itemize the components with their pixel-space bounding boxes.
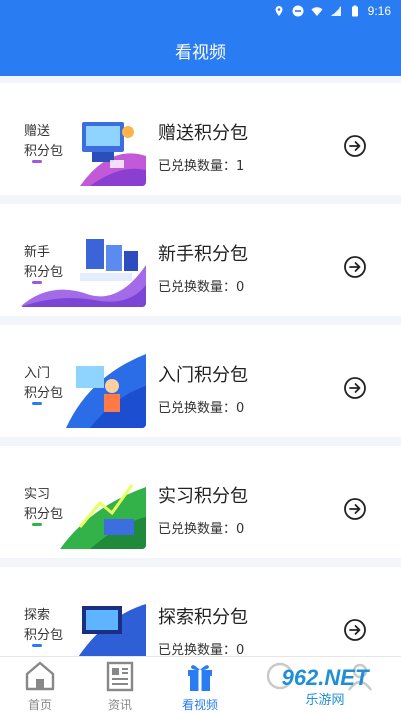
package-card-explore[interactable]: 探索 积分包 探索积分包 已兑换数量：0 — [0, 567, 401, 656]
package-card-entry[interactable]: 入门 积分包 入门积分包 已兑换数量：0 — [0, 325, 401, 437]
package-card-gift[interactable]: 赠送 积分包 赠送积分包 已兑换数量：1 — [0, 83, 401, 195]
watermark-subtext: 乐游网 — [305, 693, 344, 708]
package-title: 入门积分包 — [158, 365, 248, 386]
tab-news[interactable]: 资讯 — [80, 657, 160, 714]
gift-icon — [188, 665, 212, 691]
package-exchanged-count: 已兑换数量：1 — [158, 159, 245, 174]
thumbnail-label: 新手 积分包 — [24, 245, 64, 280]
package-thumbnail: 实习 积分包 — [20, 467, 146, 549]
package-title: 赠送积分包 — [158, 123, 248, 144]
package-thumbnail: 赠送 积分包 — [20, 104, 146, 186]
package-thumbnail: 探索 积分包 — [20, 588, 146, 656]
status-bar: 9:16 — [0, 0, 401, 24]
package-card-newbie[interactable]: 新手 积分包 新手积分包 已兑换数量：0 — [0, 204, 401, 316]
thumbnail-label-line1: 赠送 — [24, 124, 51, 139]
thumbnail-label: 探索 积分包 — [24, 608, 64, 643]
arrow-right-circle-icon[interactable] — [343, 255, 367, 279]
signal-icon — [330, 6, 341, 16]
package-thumbnail: 入门 积分包 — [20, 346, 146, 428]
wifi-icon — [311, 7, 323, 16]
thumbnail-label: 入门 积分包 — [24, 366, 64, 401]
status-icons: 9:16 — [273, 4, 391, 18]
thumbnail-label-line2: 积分包 — [24, 144, 64, 159]
thumbnail-label: 实习 积分包 — [24, 487, 64, 522]
tab-label: 看视频 — [181, 698, 218, 712]
package-exchanged-count: 已兑换数量：0 — [158, 401, 245, 416]
page-title: 看视频 — [175, 42, 226, 63]
package-exchanged-count: 已兑换数量：0 — [158, 280, 245, 295]
app-header: 看视频 — [0, 24, 401, 76]
news-icon — [106, 661, 134, 692]
battery-icon — [351, 5, 358, 17]
package-exchanged-count: 已兑换数量：0 — [158, 643, 245, 656]
tab-home[interactable]: 首页 — [0, 657, 80, 714]
home-icon — [25, 661, 55, 691]
thumbnail-label: 赠送 积分包 — [24, 122, 74, 162]
arrow-right-circle-icon[interactable] — [343, 376, 367, 400]
tab-label: 首页 — [27, 698, 52, 712]
package-exchanged-count: 已兑换数量：0 — [158, 522, 245, 537]
tab-watch-video[interactable]: 看视频 — [160, 657, 240, 714]
package-title: 实习积分包 — [158, 486, 248, 507]
dnd-icon — [292, 5, 304, 17]
watermark-logo: 962.NET 乐游网 — [257, 662, 393, 708]
package-title: 探索积分包 — [158, 607, 248, 628]
package-card-intern[interactable]: 实习 积分包 实习积分包 已兑换数量：0 — [0, 446, 401, 558]
package-thumbnail: 新手 积分包 — [20, 225, 146, 307]
arrow-right-circle-icon[interactable] — [343, 134, 367, 158]
package-list[interactable]: 赠送 积分包 赠送积分包 已兑换数量：1 新手 积分包 新手积分包 已兑换数量：… — [0, 76, 401, 656]
status-time: 9:16 — [367, 4, 391, 18]
package-title: 新手积分包 — [158, 244, 248, 265]
watermark-text: 962.NET — [282, 665, 370, 690]
arrow-right-circle-icon[interactable] — [343, 618, 367, 642]
tab-label: 资讯 — [107, 698, 132, 712]
location-icon — [275, 6, 283, 16]
arrow-right-circle-icon[interactable] — [343, 497, 367, 521]
